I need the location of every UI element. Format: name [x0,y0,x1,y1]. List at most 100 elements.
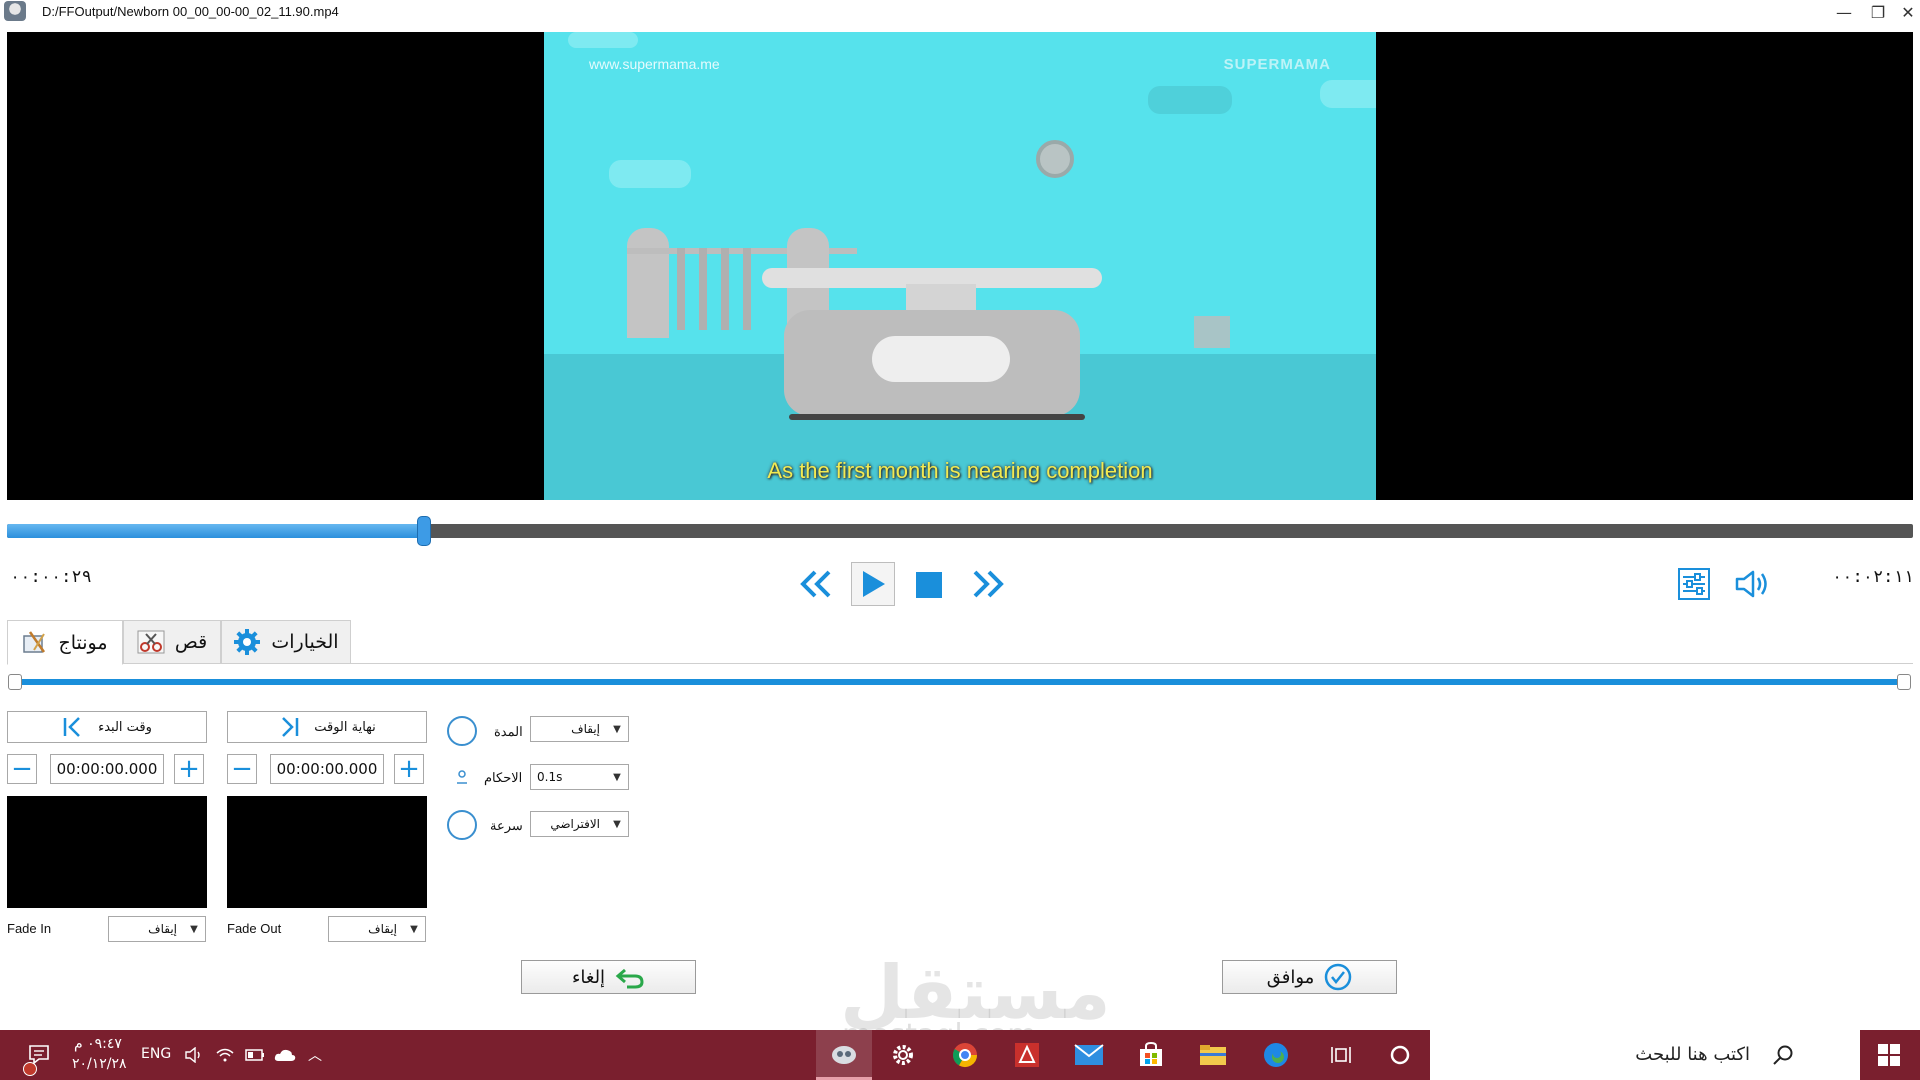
input-language[interactable]: ENG [141,1046,171,1062]
tab-cut[interactable]: قص [123,620,221,664]
crib-bar [699,248,707,330]
duration-select[interactable]: إيقاف ▼ [530,716,629,742]
end-time-increment-button[interactable]: + [394,754,424,784]
seek-bar-handle[interactable] [417,516,432,546]
cancel-button[interactable]: إلغاء [521,960,696,994]
total-time: ٠٠:٠٢:١١ [1832,567,1914,587]
fade-in-select[interactable]: إيقاف ▼ [108,916,206,942]
duration-value: إيقاف [571,722,600,736]
chevron-down-icon: ▼ [190,923,198,935]
cortana-icon [1390,1045,1410,1065]
start-button[interactable] [1874,1040,1904,1070]
mail-icon [1074,1044,1104,1065]
play-icon [863,571,885,597]
volume-button[interactable] [1734,567,1770,601]
taskbar-store[interactable] [1136,1040,1166,1070]
end-time-decrement-button[interactable]: − [227,754,257,784]
cloud-shape [1320,80,1376,108]
task-view-icon [1331,1047,1351,1063]
duration-label: المدة [494,724,523,739]
equalizer-icon [1678,568,1710,600]
precision-select[interactable]: 0.1s ▼ [530,764,629,790]
rewind-button[interactable] [798,566,834,602]
battery-icon[interactable] [240,1040,270,1070]
taskbar-file-explorer[interactable] [1198,1040,1228,1070]
taskbar-acrobat[interactable] [1012,1040,1042,1070]
speed-select[interactable]: الافتراضي ▼ [530,811,629,837]
window-title: D:/FFOutput/Newborn 00_00_00-00_02_11.90… [42,4,339,19]
start-time-increment-button[interactable]: + [174,754,204,784]
cancel-button-label: إلغاء [571,966,606,988]
task-view-button[interactable] [1326,1040,1356,1070]
fade-out-value: إيقاف [368,922,397,936]
set-end-time-button[interactable]: نهاية الوقت [227,711,427,743]
stop-icon [916,572,942,598]
video-player[interactable]: www.supermama.me SUPERMAMA As the first … [7,32,1913,500]
taskbar-mail[interactable] [1074,1040,1104,1070]
notification-badge [23,1062,37,1076]
cortana-button[interactable] [1385,1040,1415,1070]
tab-options[interactable]: الخيارات [221,620,351,664]
volume-tray-icon[interactable] [180,1040,210,1070]
settings-gear-icon [893,1045,913,1065]
taskbar-chrome[interactable] [950,1040,980,1070]
set-start-time-button[interactable]: وقت البدء [7,711,207,743]
precision-value: 0.1s [537,770,563,784]
baby-scale-display [872,336,1010,382]
crib-end [627,228,669,338]
folder-icon [1200,1045,1226,1065]
taskbar-clock-time[interactable]: ٠٩:٤٧ م [74,1036,122,1052]
wifi-icon[interactable] [210,1040,240,1070]
minimize-button[interactable]: — [1828,0,1860,24]
chevron-down-icon: ▼ [410,923,418,935]
fast-forward-icon [973,570,1004,598]
fade-out-select[interactable]: إيقاف ▼ [328,916,426,942]
video-logo: SUPERMAMA [1223,56,1331,73]
trim-range-track[interactable] [14,679,1904,685]
set-start-icon [63,717,80,737]
precision-label: الاحكام [484,770,523,785]
fade-in-label: Fade In [7,921,52,936]
taskbar-settings[interactable] [888,1040,918,1070]
onedrive-icon[interactable] [270,1040,300,1070]
duration-clock-icon [447,716,477,746]
trim-range-end-handle[interactable] [1897,674,1911,690]
video-url-text: www.supermama.me [589,56,720,72]
fade-out-label: Fade Out [227,921,282,936]
taskbar-edge[interactable] [1261,1040,1291,1070]
taskbar-search-box[interactable]: اكتب هنا للبحث [1430,1030,1860,1080]
taskbar-clock-date[interactable]: ٢٠/١٢/٢٨ [72,1056,127,1072]
stop-button[interactable] [914,570,944,600]
video-converter-app-icon [832,1046,856,1064]
rewind-icon [800,570,831,598]
speed-gauge-icon [447,810,477,840]
start-time-decrement-button[interactable]: − [7,754,37,784]
edge-browser-icon [1264,1043,1288,1067]
close-button[interactable]: ✕ [1892,0,1920,24]
end-time-input[interactable]: 00:00:00.000 [270,754,384,784]
ok-button[interactable]: موافق [1222,960,1397,994]
cloud-shape [568,32,638,48]
check-circle-icon [1325,963,1352,991]
toy-blocks-graphic [1194,316,1230,348]
fast-forward-button[interactable] [970,566,1006,602]
title-bar: D:/FFOutput/Newborn 00_00_00-00_02_11.90… [0,0,1920,24]
windows-icon [1878,1044,1900,1066]
tab-montage[interactable]: مونتاج [7,620,123,665]
pdf-reader-icon [1015,1043,1039,1067]
video-frame: www.supermama.me SUPERMAMA As the first … [544,32,1376,500]
trim-range-start-handle[interactable] [8,674,22,690]
crib-bar [677,248,685,330]
chevron-down-icon: ▼ [613,818,621,830]
taskbar-active-app[interactable] [816,1030,872,1080]
show-hidden-icons-button[interactable]: ︿ [300,1040,330,1070]
play-button[interactable] [851,562,895,606]
start-time-input[interactable]: 00:00:00.000 [50,754,164,784]
undo-icon [615,968,644,989]
start-time-label: وقت البدء [98,719,152,735]
crib-bar [721,248,729,330]
seek-bar[interactable] [7,516,1913,546]
restore-button[interactable]: ❐ [1862,0,1894,24]
set-end-icon [282,717,299,737]
equalizer-button[interactable] [1676,567,1712,601]
